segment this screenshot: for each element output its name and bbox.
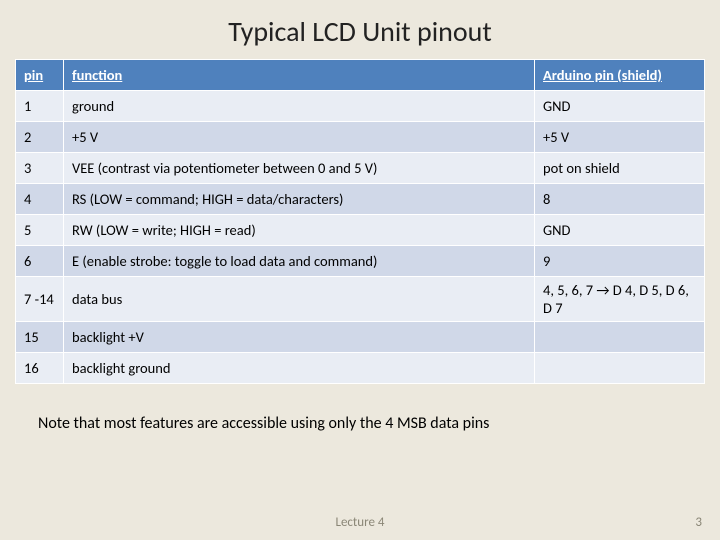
table-row: 4 RS (LOW = command; HIGH = data/charact…	[16, 184, 705, 215]
cell-pin: 4	[16, 184, 64, 215]
cell-arduino: 9	[535, 246, 705, 277]
cell-pin: 3	[16, 153, 64, 184]
pinout-table: pin function Arduino pin (shield) 1 grou…	[15, 59, 705, 384]
cell-arduino	[535, 353, 705, 384]
cell-pin: 2	[16, 122, 64, 153]
table-row: 15 backlight +V	[16, 322, 705, 353]
header-function: function	[64, 60, 535, 91]
cell-arduino: 8	[535, 184, 705, 215]
cell-pin: 15	[16, 322, 64, 353]
cell-pin: 16	[16, 353, 64, 384]
cell-arduino: pot on shield	[535, 153, 705, 184]
cell-function: +5 V	[64, 122, 535, 153]
cell-arduino: GND	[535, 215, 705, 246]
cell-function: E (enable strobe: toggle to load data an…	[64, 246, 535, 277]
table-row: 7 -14 data bus 4, 5, 6, 7 → D 4, D 5, D …	[16, 277, 705, 322]
cell-arduino: GND	[535, 91, 705, 122]
table-row: 6 E (enable strobe: toggle to load data …	[16, 246, 705, 277]
page-number: 3	[695, 515, 702, 530]
slide: Typical LCD Unit pinout pin function Ard…	[0, 0, 720, 540]
cell-pin: 1	[16, 91, 64, 122]
table-row: 3 VEE (contrast via potentiometer betwee…	[16, 153, 705, 184]
header-pin: pin	[16, 60, 64, 91]
table-row: 16 backlight ground	[16, 353, 705, 384]
table-row: 2 +5 V +5 V	[16, 122, 705, 153]
page-title: Typical LCD Unit pinout	[0, 0, 720, 59]
cell-function: ground	[64, 91, 535, 122]
cell-function: backlight +V	[64, 322, 535, 353]
cell-function: backlight ground	[64, 353, 535, 384]
cell-arduino: 4, 5, 6, 7 → D 4, D 5, D 6, D 7	[535, 277, 705, 322]
cell-function: VEE (contrast via potentiometer between …	[64, 153, 535, 184]
cell-arduino: +5 V	[535, 122, 705, 153]
header-arduino: Arduino pin (shield)	[535, 60, 705, 91]
cell-arduino	[535, 322, 705, 353]
cell-pin: 6	[16, 246, 64, 277]
cell-pin: 5	[16, 215, 64, 246]
cell-pin: 7 -14	[16, 277, 64, 322]
note-text: Note that most features are accessible u…	[38, 414, 720, 433]
table-row: 5 RW (LOW = write; HIGH = read) GND	[16, 215, 705, 246]
cell-function: RS (LOW = command; HIGH = data/character…	[64, 184, 535, 215]
cell-function: RW (LOW = write; HIGH = read)	[64, 215, 535, 246]
cell-function: data bus	[64, 277, 535, 322]
footer-center: Lecture 4	[0, 515, 720, 530]
table-row: 1 ground GND	[16, 91, 705, 122]
table-header-row: pin function Arduino pin (shield)	[16, 60, 705, 91]
